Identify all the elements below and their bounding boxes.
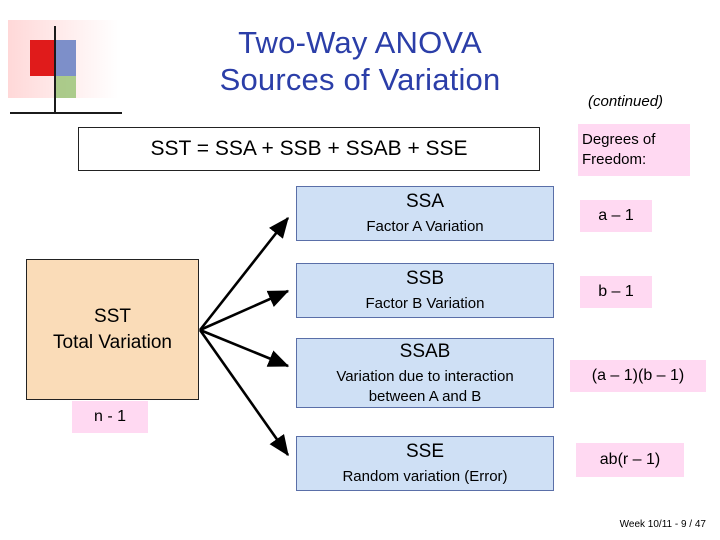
continued-note: (continued) <box>588 93 664 110</box>
logo-blue-square <box>56 40 76 76</box>
ssab-description-line-1: Variation due to interaction <box>336 367 514 385</box>
ssab-df-value: (a – 1)(b – 1) <box>591 367 685 384</box>
sse-description: Random variation (Error) <box>342 468 508 485</box>
sst-description: Total Variation <box>53 331 172 353</box>
df-header-line-2: Freedom: <box>582 151 647 168</box>
title-line-1: Two-Way ANOVA <box>238 25 482 60</box>
ssb-df-box: b – 1 <box>580 276 652 308</box>
degrees-of-freedom-header: Degrees of Freedom: <box>578 124 690 176</box>
sse-box: SSE Random variation (Error) <box>296 436 554 491</box>
sst-df-value: n - 1 <box>93 408 126 425</box>
logo-horizontal-rule <box>10 112 122 114</box>
sse-name: SSE <box>405 441 445 462</box>
sse-df-box: ab(r – 1) <box>576 443 684 477</box>
arrow-sst-to-ssab <box>199 328 290 368</box>
logo-vertical-rule <box>54 26 56 114</box>
ssb-box: SSB Factor B Variation <box>296 263 554 318</box>
sst-box: SST Total Variation <box>26 259 199 400</box>
ssa-description: Factor A Variation <box>366 218 484 235</box>
ssab-description-line-2: between A and B <box>368 387 482 405</box>
ssa-name: SSA <box>405 191 445 212</box>
ssa-df-box: a – 1 <box>580 200 652 232</box>
sse-df-value: ab(r – 1) <box>599 451 661 468</box>
title-line-2: Sources of Variation <box>219 62 501 97</box>
equation-text: SST = SSA + SSB + SSAB + SSE <box>150 137 468 160</box>
ssab-df-box: (a – 1)(b – 1) <box>570 360 706 392</box>
ssab-box: SSAB Variation due to interaction betwee… <box>296 338 554 408</box>
ssab-name: SSAB <box>399 340 451 362</box>
logo-red-square <box>30 40 56 76</box>
page-title: Two-Way ANOVA Sources of Variation <box>120 24 600 98</box>
arrow-sst-to-ssa <box>198 216 290 331</box>
ssa-box: SSA Factor A Variation <box>296 186 554 241</box>
logo-green-square <box>56 76 76 98</box>
ssa-df-value: a – 1 <box>598 207 634 224</box>
df-header-line-1: Degrees of <box>582 131 656 148</box>
arrow-sst-to-sse <box>198 329 290 457</box>
ssb-description: Factor B Variation <box>365 295 485 312</box>
sst-name: SST <box>94 305 131 327</box>
footer-note: Week 10/11 - 9 / 47 <box>619 519 706 530</box>
ssb-name: SSB <box>405 268 445 289</box>
slide: Two-Way ANOVA Sources of Variation (cont… <box>0 0 720 540</box>
arrow-sst-to-ssb <box>199 289 290 332</box>
equation-box: SST = SSA + SSB + SSAB + SSE <box>78 127 540 171</box>
ssb-df-value: b – 1 <box>598 283 634 300</box>
sst-df-box: n - 1 <box>72 401 148 433</box>
decorative-logo <box>8 20 122 115</box>
